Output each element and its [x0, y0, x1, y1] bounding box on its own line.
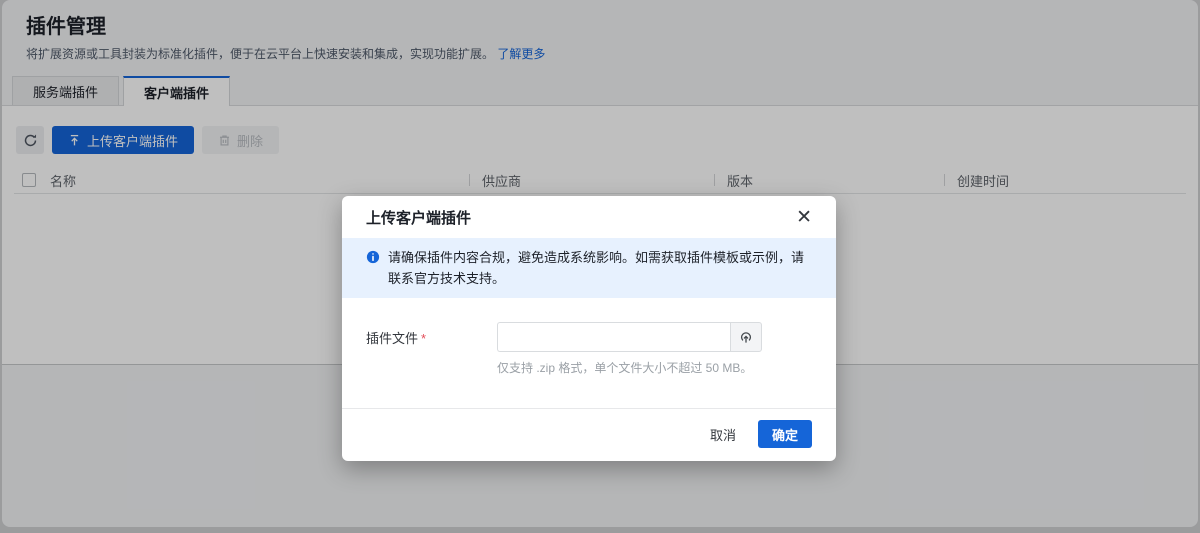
- close-icon[interactable]: ✕: [792, 206, 816, 229]
- screen: 插件管理 将扩展资源或工具封装为标准化插件，便于在云平台上快速安装和集成，实现功…: [0, 0, 1200, 533]
- alert-text: 请确保插件内容合规，避免造成系统影响。如需获取插件模板或示例，请联系官方技术支持…: [388, 247, 806, 289]
- upload-client-plugin-dialog: 上传客户端插件 ✕ 请确保插件内容合规，避免造成系统影响。如需获取插件模板或示例…: [342, 196, 836, 461]
- file-upload-button[interactable]: [730, 322, 762, 352]
- file-format-hint: 仅支持 .zip 格式，单个文件大小不超过 50 MB。: [497, 359, 762, 376]
- info-alert: 请确保插件内容合规，避免造成系统影响。如需获取插件模板或示例，请联系官方技术支持…: [342, 238, 836, 298]
- confirm-button[interactable]: 确定: [758, 420, 812, 448]
- required-mark: *: [421, 331, 426, 346]
- dialog-footer: 取消 确定: [342, 408, 836, 461]
- dialog-title: 上传客户端插件: [366, 207, 792, 228]
- plugin-file-form-row: 插件文件* 仅支持 .zip 格式，单个文件大小不超过 50 MB。: [366, 322, 812, 376]
- info-icon: [366, 250, 380, 289]
- plugin-file-label: 插件文件*: [366, 322, 497, 376]
- plugin-file-input[interactable]: [497, 322, 730, 352]
- upload-file-icon: [738, 329, 754, 345]
- dialog-header: 上传客户端插件 ✕: [342, 196, 836, 238]
- cancel-button[interactable]: 取消: [698, 420, 748, 448]
- plugin-file-field: 仅支持 .zip 格式，单个文件大小不超过 50 MB。: [497, 322, 762, 376]
- dialog-body: 插件文件* 仅支持 .zip 格式，单个文件大小不超过 50 MB。: [342, 298, 836, 408]
